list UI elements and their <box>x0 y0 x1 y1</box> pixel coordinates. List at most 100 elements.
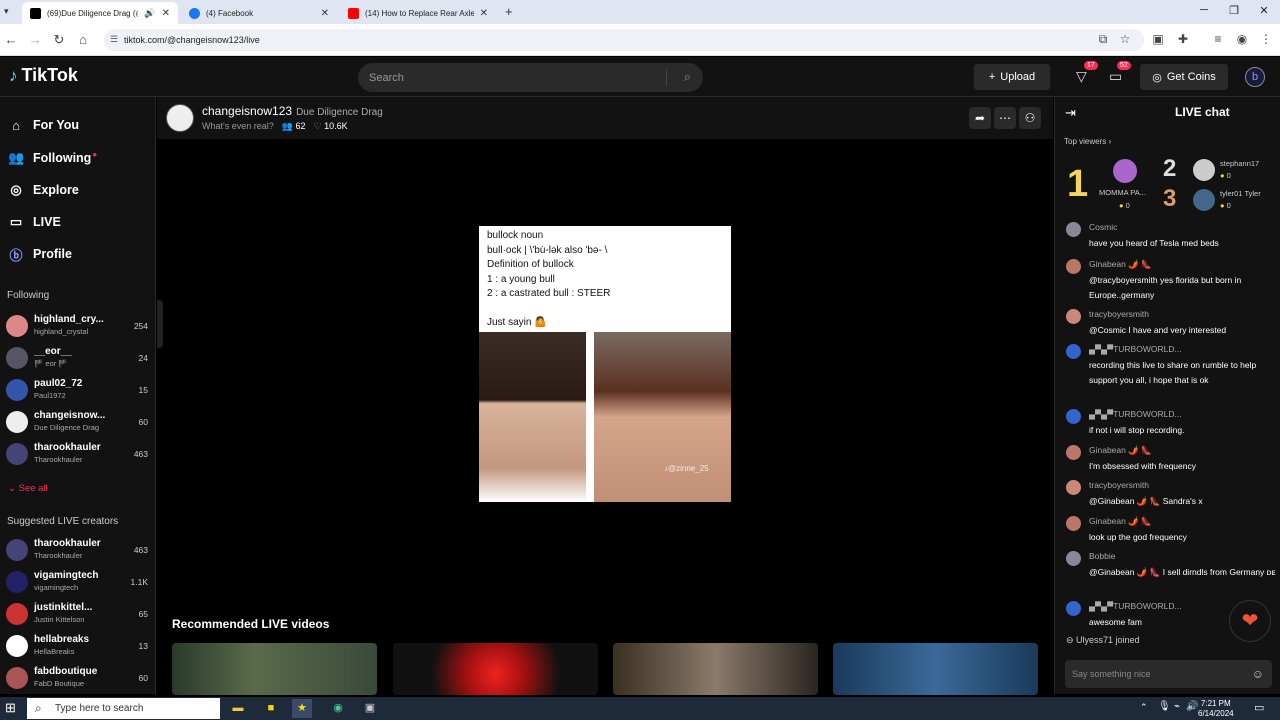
emoji-icon[interactable]: ☺ <box>1252 667 1264 681</box>
bookmark-star-icon[interactable]: ☆ <box>1117 32 1133 46</box>
chat-username[interactable]: ▄▀▄▀TURBOWORLD... <box>1089 409 1182 419</box>
close-icon[interactable]: ✕ <box>321 8 329 19</box>
home-icon[interactable]: ⌂ <box>75 32 91 47</box>
taskbar-clock[interactable]: 7:21 PM 6/14/2024 <box>1198 699 1234 719</box>
top-viewer-3-avatar[interactable] <box>1193 189 1215 211</box>
streamer-avatar[interactable] <box>166 104 194 132</box>
sticky-notes-icon[interactable]: ■ <box>261 699 281 718</box>
puzzle-icon[interactable]: ✚ <box>1175 32 1191 46</box>
site-info-icon[interactable]: ☰ <box>110 34 118 45</box>
tab-facebook[interactable]: (4) Facebook ✕ <box>181 2 337 24</box>
chat-username[interactable]: Ginabean 🌶️ 👠 <box>1089 445 1152 456</box>
close-icon[interactable]: ✕ <box>162 8 170 19</box>
audio-icon[interactable]: 🔊 <box>144 8 155 19</box>
chat-username[interactable]: Bobbie <box>1089 551 1115 561</box>
following-item[interactable]: tharookhauler Tharookhauler 463 <box>6 440 148 470</box>
back-icon[interactable]: ← <box>3 32 19 47</box>
top-viewer-2-avatar[interactable] <box>1193 159 1215 181</box>
avatar[interactable] <box>1066 309 1081 324</box>
recommended-video-1[interactable] <box>172 643 377 695</box>
chat-username[interactable]: Ginabean 🌶️ 👠 <box>1089 259 1152 270</box>
window-app-icon[interactable]: ▣ <box>360 699 380 718</box>
search-input[interactable]: Search ⌕ <box>358 63 703 92</box>
messages-icon[interactable]: ▭ 52 <box>1109 61 1131 85</box>
avatar[interactable] <box>1066 601 1081 616</box>
avatar[interactable] <box>1066 516 1081 531</box>
avatar[interactable] <box>1066 480 1081 495</box>
suggested-item[interactable]: justinkittel... Justin Kittelson 65 <box>6 600 148 630</box>
maximize-icon[interactable]: ❐ <box>1226 4 1242 17</box>
streamer-name[interactable]: changeisnow123 Due Diligence Drag <box>202 104 383 118</box>
avatar[interactable] <box>1066 551 1081 566</box>
suggested-item[interactable]: tharookhauler Tharookhauler 463 <box>6 536 148 566</box>
chat-username[interactable]: tracyboyersmith <box>1089 480 1149 490</box>
file-explorer-icon[interactable]: ▬ <box>228 699 248 718</box>
windows-start-icon[interactable]: ⊞ <box>5 700 16 716</box>
following-item[interactable]: paul02_72 Paul1972 15 <box>6 376 148 406</box>
nav-live[interactable]: ▭ LIVE <box>8 211 61 233</box>
open-in-app-icon[interactable]: ⧉ <box>1095 32 1111 47</box>
search-icon[interactable]: ⌕ <box>684 69 691 85</box>
like-heart-button[interactable]: ❤ <box>1229 600 1271 642</box>
recommended-video-2[interactable] <box>393 643 598 695</box>
avatar[interactable] <box>1066 409 1081 424</box>
avatar[interactable] <box>1066 222 1081 237</box>
tab-list-icon[interactable]: ▾ <box>4 6 9 17</box>
nav-for-you[interactable]: ⌂ For You <box>8 114 79 136</box>
upload-button[interactable]: + Upload <box>974 64 1050 90</box>
minimize-icon[interactable]: ─ <box>1196 4 1212 16</box>
chat-username[interactable]: Ginabean 🌶️ 👠 <box>1089 516 1152 527</box>
following-item[interactable]: __eor__ 🏴 eor 🏴 24 <box>6 344 148 374</box>
see-all-link[interactable]: ⌄ See all <box>8 483 48 494</box>
following-item[interactable]: changeisnow... Due Diligence Drag 60 <box>6 408 148 438</box>
close-icon[interactable]: ✕ <box>480 8 488 19</box>
forward-icon[interactable]: → <box>27 32 43 47</box>
extension-icon[interactable]: ▣ <box>1150 32 1166 46</box>
tab-tiktok[interactable]: (69)Due Diligence Drag (@c 🔊 ✕ <box>22 2 178 24</box>
profile-icon[interactable]: ◉ <box>1234 32 1250 46</box>
volume-icon[interactable]: 🔊 <box>1186 701 1198 712</box>
chrome-icon[interactable]: ◉ <box>328 699 348 718</box>
suggested-item[interactable]: fabdboutique FabD Boutique 60 <box>6 664 148 694</box>
chat-username[interactable]: ▄▀▄▀TURBOWORLD... <box>1089 344 1182 354</box>
inbox-filter-icon[interactable]: ▽ 17 <box>1076 61 1098 85</box>
suggested-item[interactable]: vigamingtech vigamingtech 1.1K <box>6 568 148 598</box>
chat-username[interactable]: ▄▀▄▀TURBOWORLD... <box>1089 601 1182 611</box>
avatar[interactable] <box>1066 259 1081 274</box>
tray-chevron-icon[interactable]: ⌃ <box>1140 702 1148 713</box>
get-coins-button[interactable]: ◎ Get Coins <box>1140 64 1228 90</box>
sidebar-collapse-handle[interactable] <box>157 300 163 348</box>
tab-youtube[interactable]: (14) How to Replace Rear Axle ✕ <box>340 2 496 24</box>
network-icon[interactable]: ⌁ <box>1174 701 1180 712</box>
chat-username[interactable]: Cosmic <box>1089 222 1117 232</box>
following-item[interactable]: highland_cry... highland_crystal 254 <box>6 312 148 342</box>
collapse-chat-icon[interactable]: ⇥ <box>1065 105 1076 121</box>
new-tab-button[interactable]: + <box>505 4 513 19</box>
taskbar-search-input[interactable]: ⌕ Type here to search <box>27 698 220 719</box>
avatar[interactable] <box>1066 445 1081 460</box>
url-field[interactable]: ☰ tiktok.com/@changeisnow123/live <box>104 29 1144 51</box>
menu-dots-icon[interactable]: ⋮ <box>1258 32 1274 46</box>
close-window-icon[interactable]: ✕ <box>1256 4 1272 17</box>
microphone-icon[interactable]: 🎙 <box>1158 701 1171 712</box>
top-viewers-link[interactable]: Top viewers › <box>1064 137 1111 146</box>
avatar[interactable]: b <box>1245 67 1265 87</box>
recommended-video-3[interactable] <box>613 643 818 695</box>
suggested-item[interactable]: hellabreaks HellaBreaks 13 <box>6 632 148 662</box>
reload-icon[interactable]: ↻ <box>51 32 67 48</box>
more-options-button[interactable]: ⋯ <box>994 107 1016 129</box>
top-viewer-1-avatar[interactable] <box>1113 159 1137 183</box>
tiktok-logo[interactable]: ♪ TikTok <box>9 65 78 86</box>
pinned-app-icon[interactable]: ★ <box>292 699 312 718</box>
chat-username[interactable]: tracyboyersmith <box>1089 309 1149 319</box>
nav-explore[interactable]: ◎ Explore <box>8 179 79 201</box>
nav-following[interactable]: 👥 Following ● <box>8 147 97 169</box>
chat-input[interactable]: Say something nice ☺ <box>1065 660 1272 688</box>
recommended-video-4[interactable] <box>833 643 1038 695</box>
follow-button[interactable]: ⚇ <box>1019 107 1041 129</box>
notifications-icon[interactable]: ▭ <box>1254 701 1264 714</box>
nav-profile[interactable]: ⓑ Profile <box>8 243 71 265</box>
avatar[interactable] <box>1066 344 1081 359</box>
media-control-icon[interactable]: ≡ <box>1210 32 1226 46</box>
share-button[interactable]: ➦ <box>969 107 991 129</box>
